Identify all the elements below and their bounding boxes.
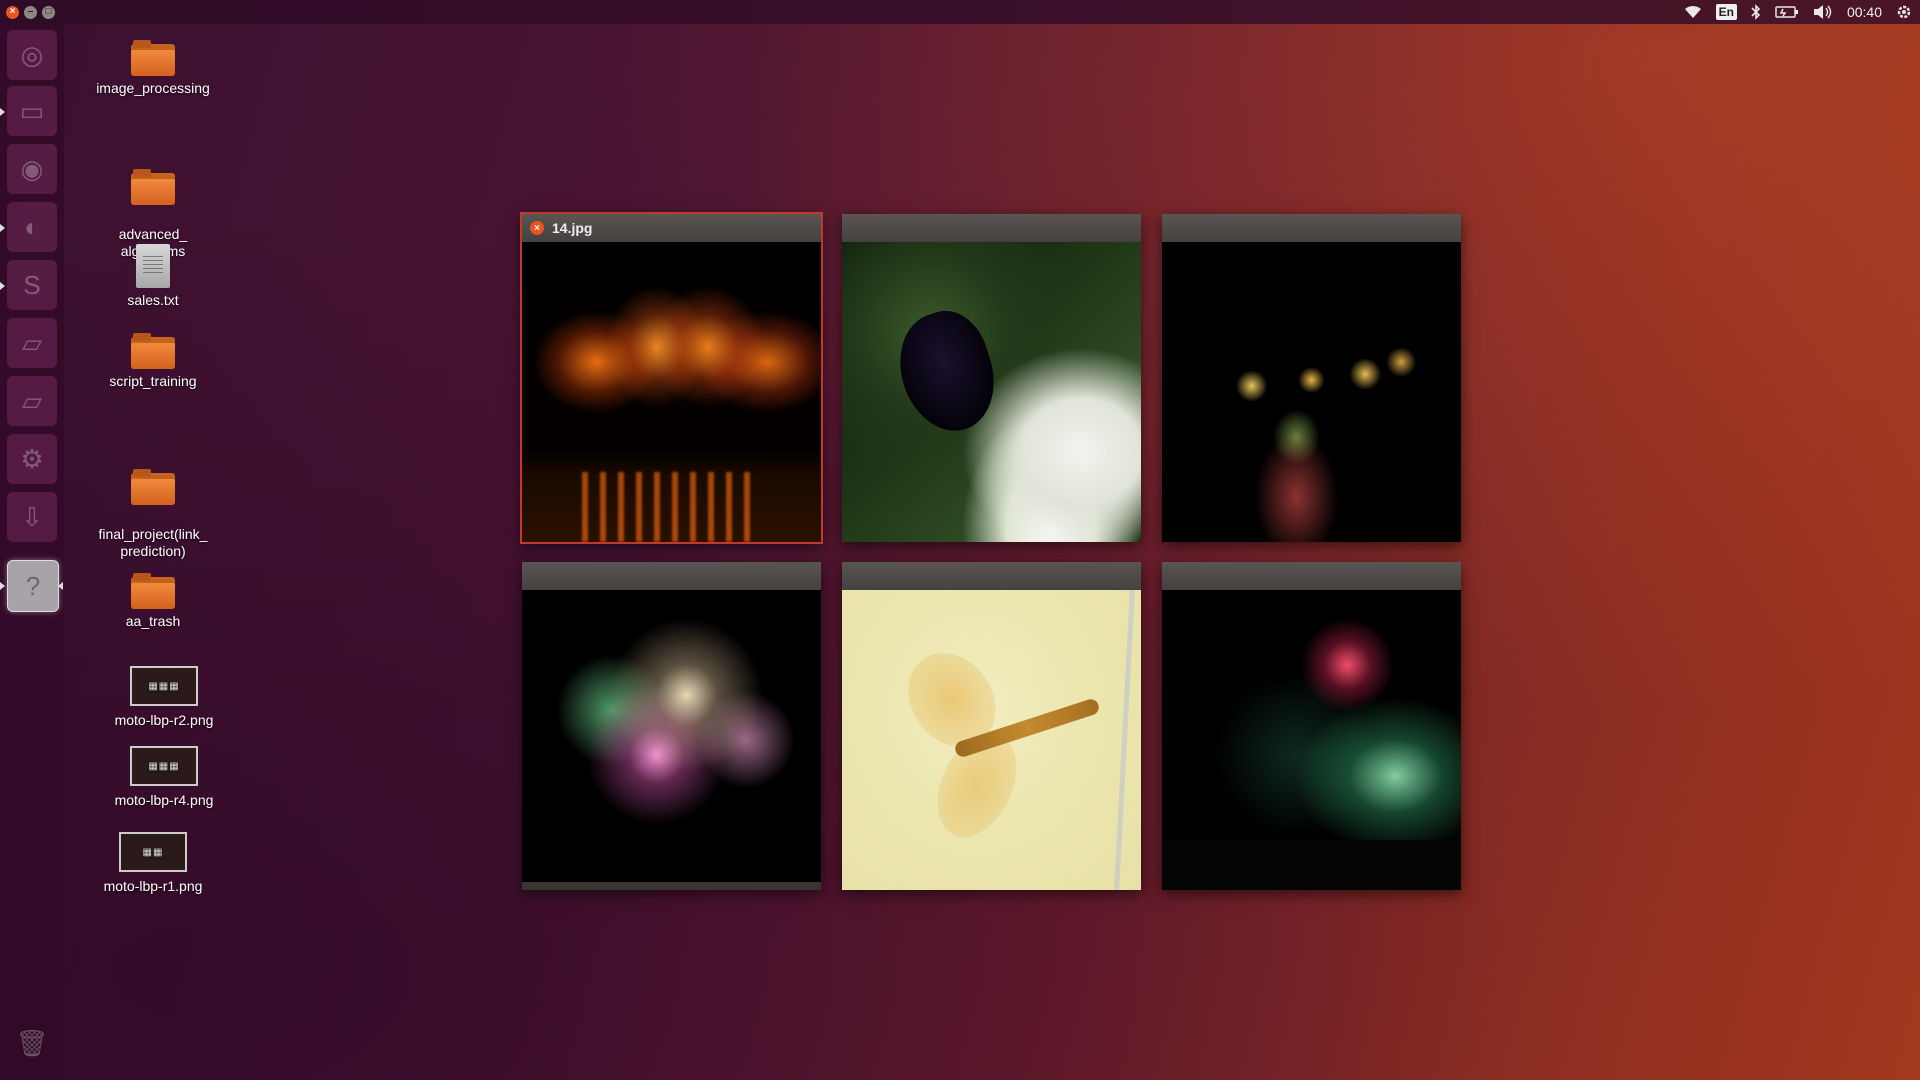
folder-icon	[131, 333, 175, 369]
window-titlebar: × 14.jpg	[522, 214, 821, 242]
dragonfly-image	[842, 590, 1141, 890]
desktop-icon-label: aa_trash	[125, 613, 181, 629]
launcher-item-trash[interactable]: 🗑	[7, 1018, 57, 1068]
running-indicator	[0, 282, 5, 290]
image-thumbnail-icon: ▦▦▦	[130, 666, 198, 706]
fireworks-image	[522, 242, 821, 542]
status-bar	[522, 882, 821, 890]
desktop-icon-label: moto-lbp-r1.png	[103, 878, 203, 894]
launcher-item-settings[interactable]: ⚙	[7, 434, 57, 484]
running-indicator	[0, 582, 5, 590]
spread-window-butterfly[interactable]	[842, 214, 1141, 542]
drive-icon: ▱	[22, 327, 42, 358]
settings-gear-icon: ⚙	[20, 443, 44, 474]
spread-window-fireworks-red-green[interactable]	[1162, 562, 1461, 890]
maximize-window-button[interactable]: □	[42, 5, 55, 19]
firefox-icon: ◐	[24, 211, 40, 242]
launcher-item-drive-2[interactable]: ▱	[7, 376, 57, 426]
window-titlebar	[1162, 562, 1461, 590]
trash-icon: 🗑	[15, 1027, 49, 1058]
bluetooth-icon[interactable]	[1751, 4, 1761, 20]
water-reflection	[582, 472, 761, 542]
wifi-icon[interactable]	[1684, 5, 1702, 19]
folder-icon	[131, 169, 175, 205]
desktop-icon-script-training[interactable]: script_training	[83, 333, 223, 390]
maximize-icon: □	[45, 6, 52, 17]
desktop-icon-label: moto-lbp-r4.png	[114, 792, 214, 808]
download-arrow-icon: ⇩	[21, 501, 43, 532]
keyboard-layout-indicator[interactable]: En	[1715, 4, 1737, 20]
desktop-icon-moto-lbp-r2[interactable]: ▦▦▦ moto-lbp-r2.png	[94, 666, 234, 729]
top-panel: × – □ En 00:40	[0, 0, 1920, 24]
ubuntu-logo-icon: ◎	[20, 39, 44, 70]
spread-window-fireworks-pink[interactable]	[522, 562, 821, 890]
image-thumbnail-icon: ▦▦▦	[130, 746, 198, 786]
launcher-item-image-viewer[interactable]: ?	[7, 560, 59, 612]
battery-icon[interactable]	[1775, 5, 1799, 19]
launcher: ◎ ▭ ◉ ◐ S ▱ ▱ ⚙ ⇩ ? 🗑	[0, 24, 64, 1080]
desktop-icon-moto-lbp-r1[interactable]: ▦▦ moto-lbp-r1.png	[83, 832, 223, 895]
close-window-button[interactable]: ×	[6, 5, 19, 19]
close-icon[interactable]: ×	[530, 221, 544, 235]
sublime-text-icon: S	[23, 269, 41, 300]
butterfly-image	[842, 242, 1141, 542]
launcher-item-firefox[interactable]: ◐	[7, 202, 57, 252]
desktop-icon-label: script_training	[109, 373, 197, 389]
close-icon: ×	[9, 6, 16, 17]
help-question-icon: ?	[25, 570, 41, 601]
launcher-item-chromium[interactable]: ◉	[7, 144, 57, 194]
desktop-icon-label: image_processing	[96, 80, 210, 96]
files-icon: ▭	[19, 95, 45, 126]
plant-stem	[1114, 590, 1135, 890]
butterfly-wing	[885, 301, 1009, 443]
text-file-icon	[136, 244, 170, 288]
window-title: 14.jpg	[552, 220, 593, 236]
desktop-icon-final-project[interactable]: final_project(link_ prediction)	[83, 452, 223, 577]
folder-icon	[131, 469, 175, 505]
minimize-icon: –	[27, 6, 34, 17]
desktop-icon-sales-txt[interactable]: sales.txt	[83, 244, 223, 309]
desktop-icon-label: sales.txt	[127, 292, 179, 308]
window-controls: × – □	[6, 5, 55, 19]
folder-icon	[131, 40, 175, 76]
spread-window-dragonfly[interactable]	[842, 562, 1141, 890]
launcher-item-dash-home[interactable]: ◎	[7, 30, 57, 80]
fireworks-image	[1162, 242, 1461, 542]
launcher-item-software-updater[interactable]: ⇩	[7, 492, 57, 542]
focused-indicator	[58, 582, 63, 590]
volume-icon[interactable]	[1813, 4, 1833, 20]
clock[interactable]: 00:40	[1847, 4, 1882, 20]
desktop-icon-aa-trash[interactable]: aa_trash	[83, 573, 223, 630]
session-gear-icon[interactable]	[1896, 4, 1912, 20]
chromium-icon: ◉	[20, 153, 44, 184]
treeline	[1162, 840, 1461, 890]
launcher-item-files[interactable]: ▭	[7, 86, 57, 136]
indicator-area: En 00:40	[1684, 4, 1912, 20]
spread-window-14-jpg[interactable]: × 14.jpg	[522, 214, 821, 542]
desktop-icon-moto-lbp-r4[interactable]: ▦▦▦ moto-lbp-r4.png	[94, 746, 234, 809]
window-titlebar	[1162, 214, 1461, 242]
desktop-icon-label: final_project(link_ prediction)	[98, 526, 208, 559]
running-indicator	[0, 224, 5, 232]
window-titlebar	[522, 562, 821, 590]
spread-window-fireworks-gold[interactable]	[1162, 214, 1461, 542]
fireworks-image	[522, 590, 821, 890]
window-titlebar	[842, 562, 1141, 590]
drive-icon: ▱	[22, 385, 42, 416]
desktop-icon-label: moto-lbp-r2.png	[114, 712, 214, 728]
folder-icon	[131, 573, 175, 609]
desktop-icon-image-processing[interactable]: image_processing	[83, 40, 223, 97]
image-thumbnail-icon: ▦▦	[119, 832, 187, 872]
launcher-item-sublime[interactable]: S	[7, 260, 57, 310]
running-indicator	[0, 108, 5, 116]
minimize-window-button[interactable]: –	[24, 5, 37, 19]
fireworks-image	[1162, 590, 1461, 890]
launcher-item-drive[interactable]: ▱	[7, 318, 57, 368]
window-titlebar	[842, 214, 1141, 242]
